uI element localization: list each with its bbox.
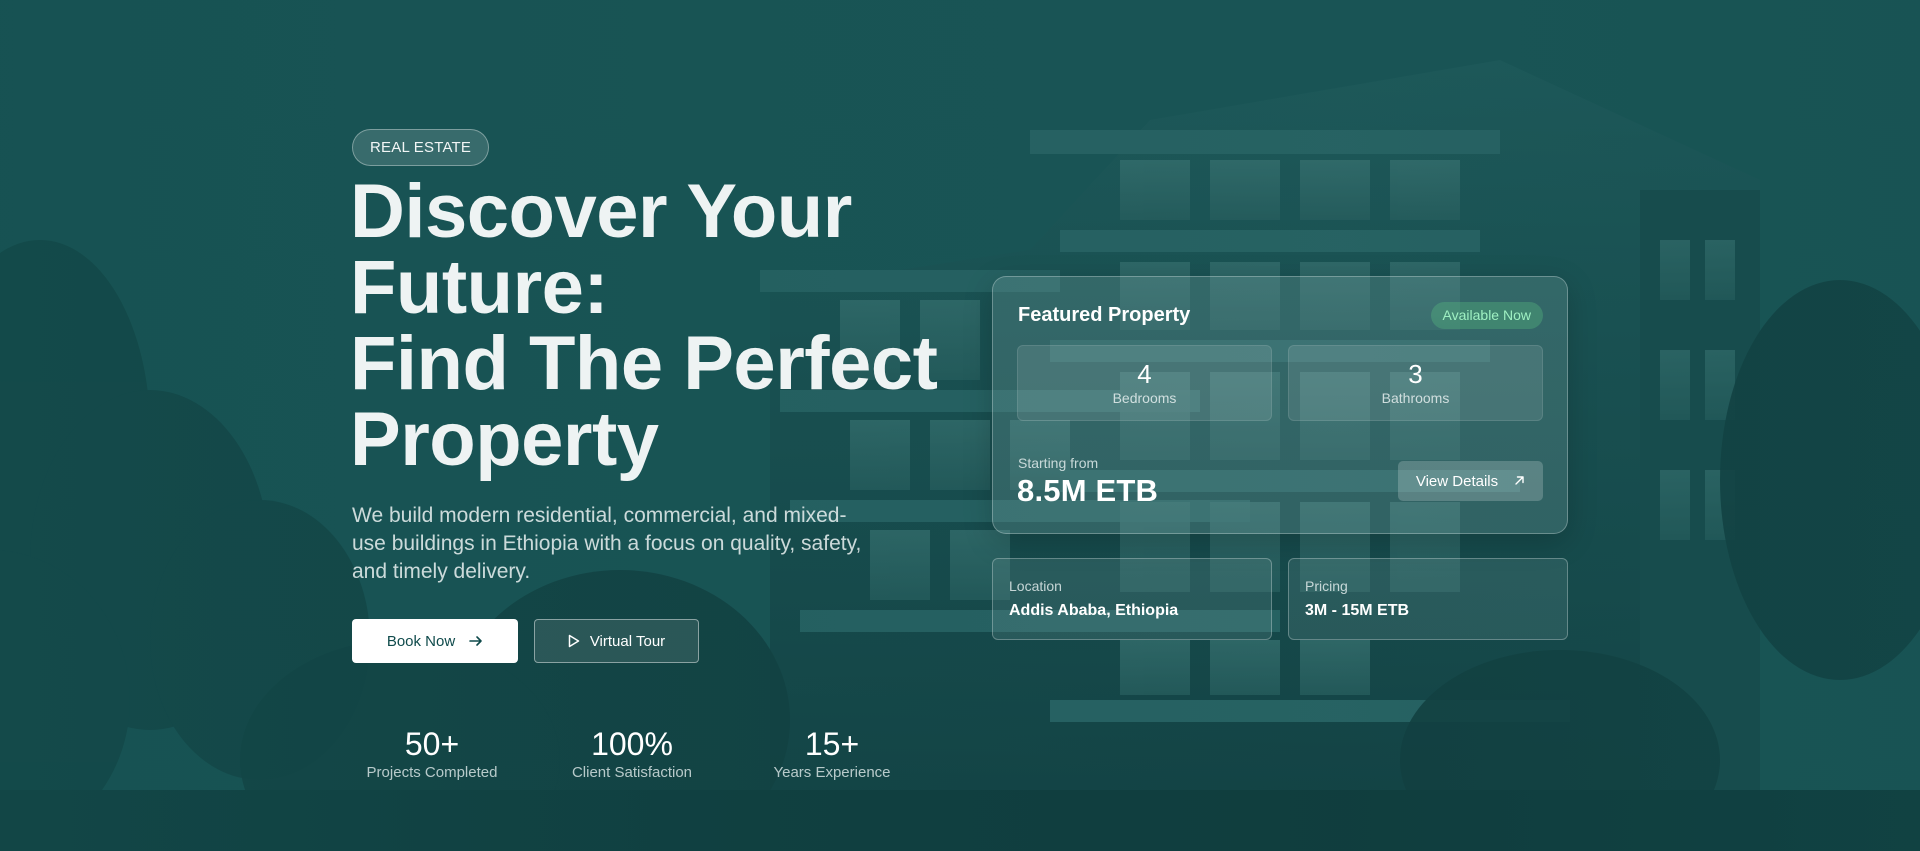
view-details-button[interactable]: View Details [1398,461,1543,501]
bedrooms-value: 4 [1137,359,1152,389]
stat-value: 15+ [804,726,860,762]
pricing-box: Pricing 3M - 15M ETB [1288,558,1568,640]
price-value: 8.5M ETB [1017,473,1159,508]
book-now-label: Book Now [386,632,456,650]
starting-from-label: Starting from [1018,455,1099,471]
category-badge: REAL ESTATE [352,129,490,166]
book-now-button[interactable]: Book Now [352,619,518,663]
stat-satisfaction: 100% Client Satisfaction [552,725,712,783]
arrow-right-icon [469,634,483,648]
headline-line-2: Future: [350,245,609,330]
headline-line-3: Find The Perfect [350,321,938,406]
bedrooms-tile: 4 Bedrooms [1017,345,1272,421]
pricing-value: 3M - 15M ETB [1305,602,1410,619]
bathrooms-value: 3 [1408,359,1423,389]
virtual-tour-label: Virtual Tour [589,632,666,650]
bathrooms-tile: 3 Bathrooms [1288,345,1543,421]
card-title: Featured Property [1018,304,1191,326]
stat-experience: 15+ Years Experience [752,725,912,783]
stat-label: Projects Completed [366,764,498,781]
location-box: Location Addis Ababa, Ethiopia [992,558,1272,640]
view-details-label: View Details [1415,472,1499,490]
play-icon [568,634,580,648]
location-label: Location [1009,578,1062,594]
stats-row: 50+ Projects Completed 100% Client Satis… [352,725,912,795]
featured-property-card: Featured Property Available Now 4 Bedroo… [992,276,1568,534]
pricing-label: Pricing [1305,578,1348,594]
bathrooms-label: Bathrooms [1381,390,1450,406]
stat-value: 50+ [404,726,460,762]
stat-label: Years Experience [773,764,891,781]
arrow-up-right-icon [1514,473,1525,490]
headline-line-4: Property [350,397,659,482]
hero-description: We build modern residential, commercial,… [352,504,862,583]
location-value: Addis Ababa, Ethiopia [1009,602,1179,619]
status-badge: Available Now [1430,302,1543,329]
stat-label: Client Satisfaction [571,764,693,781]
hero-section: REAL ESTATE Discover Your Future: Find T… [0,0,1920,851]
bedrooms-label: Bedrooms [1112,390,1177,406]
virtual-tour-button[interactable]: Virtual Tour [534,619,699,663]
stat-projects: 50+ Projects Completed [352,725,512,783]
stat-value: 100% [591,726,673,762]
hero-headline: Discover Your Future: Find The Perfect P… [350,174,990,478]
headline-line-1: Discover Your [350,169,852,254]
